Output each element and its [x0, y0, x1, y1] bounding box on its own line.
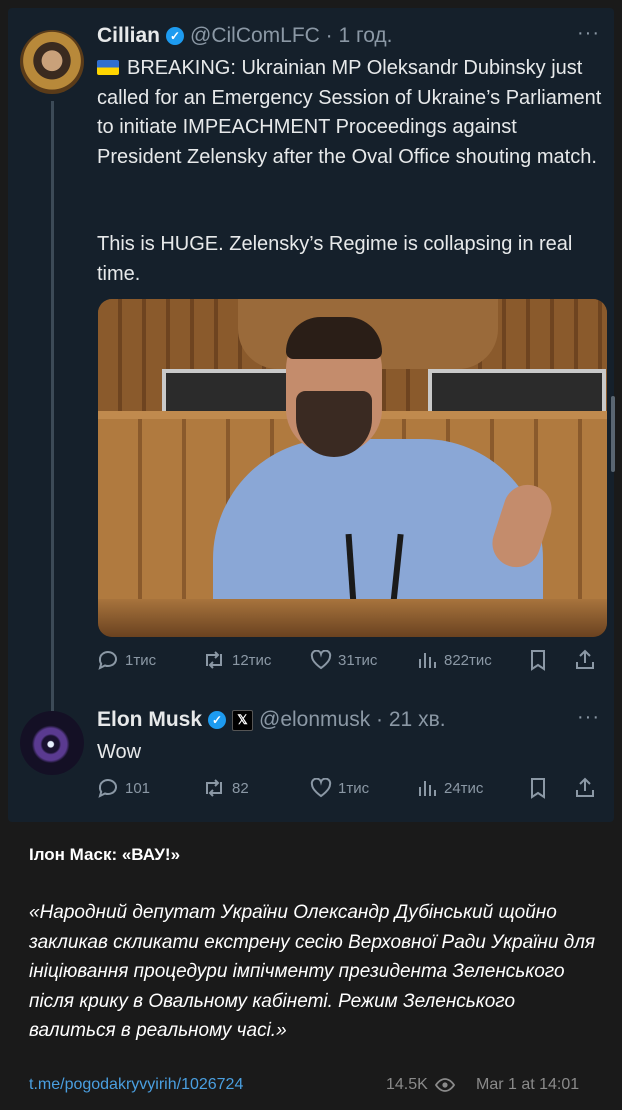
bookmark-icon	[531, 778, 545, 799]
share-button[interactable]	[574, 649, 602, 671]
ukraine-flag-icon	[97, 60, 119, 75]
reply-button[interactable]: 101	[97, 778, 202, 798]
tweet1-text: BREAKING: Ukrainian MP Oleksandr Dubinsk…	[97, 54, 602, 172]
views-icon	[419, 653, 436, 668]
avatar-elon-musk[interactable]	[20, 711, 84, 775]
reply-button[interactable]: 1тис	[97, 650, 202, 670]
views-button[interactable]: 24тис	[416, 778, 528, 798]
post-timestamp: Mar 1 at 14:01	[476, 1076, 580, 1093]
tweet2-author-name[interactable]: Elon Musk	[97, 708, 202, 732]
bookmark-button[interactable]	[528, 777, 574, 799]
views-icon	[419, 781, 436, 796]
reply-count: 1тис	[125, 651, 157, 669]
scrollbar[interactable]	[611, 396, 615, 472]
avatar-cillian[interactable]	[20, 30, 84, 94]
views-count: 822тис	[444, 651, 492, 669]
more-icon[interactable]: ···	[577, 706, 600, 729]
photo-speaker-shirt	[213, 439, 543, 609]
post-views: 14.5K	[386, 1076, 455, 1094]
repost-icon	[206, 779, 222, 797]
tweet2-handle-time[interactable]: @elonmusk · 21 хв.	[259, 708, 446, 732]
like-button[interactable]: 1тис	[310, 778, 416, 798]
share-icon	[576, 649, 594, 669]
repost-icon	[206, 651, 222, 669]
like-button[interactable]: 31тис	[310, 650, 416, 670]
tweet1-header: Cillian ✓ @CilComLFC · 1 год.	[97, 24, 393, 48]
verified-badge-icon: ✓	[208, 711, 227, 729]
eye-icon	[434, 1078, 455, 1092]
tweet1-text-p2: This is HUGE. Zelensky’s Regime is colla…	[97, 233, 573, 285]
repost-count: 82	[232, 779, 249, 797]
reply-icon	[98, 779, 117, 798]
photo-podium	[98, 599, 607, 637]
repost-count: 12тис	[232, 651, 272, 669]
photo-speaker-hair	[286, 317, 382, 359]
repost-button[interactable]: 12тис	[202, 650, 310, 670]
like-count: 1тис	[338, 779, 370, 797]
repost-button[interactable]: 82	[202, 778, 310, 798]
tweet2-text: Wow	[97, 741, 142, 763]
share-button[interactable]	[574, 777, 602, 799]
more-icon[interactable]: ···	[577, 22, 600, 45]
views-count: 24тис	[444, 779, 484, 797]
caption-title: Ілон Маск: «ВАУ!»	[29, 845, 181, 864]
reply-count: 101	[125, 779, 151, 797]
like-icon	[310, 650, 332, 670]
x-affiliation-badge: 𝕏	[232, 709, 254, 731]
tweet1-text-p1: BREAKING: Ukrainian MP Oleksandr Dubinsk…	[97, 57, 602, 168]
bookmark-button[interactable]	[528, 649, 574, 671]
like-count: 31тис	[338, 651, 378, 669]
tweet2-header: Elon Musk ✓ 𝕏 @elonmusk · 21 хв.	[97, 708, 446, 732]
bookmark-icon	[531, 650, 545, 671]
like-icon	[310, 778, 332, 798]
reply-icon	[98, 651, 117, 670]
verified-badge-icon: ✓	[166, 27, 185, 45]
share-icon	[576, 777, 594, 797]
tweet1-author-name[interactable]: Cillian	[97, 24, 160, 48]
thread-line	[51, 101, 54, 711]
views-button[interactable]: 822тис	[416, 650, 528, 670]
views-count: 14.5K	[386, 1076, 428, 1093]
tweet1-actions: 1тис 12тис 31тис 822тис	[97, 649, 609, 671]
tweet1-handle-time[interactable]: @CilComLFC · 1 год.	[190, 24, 393, 48]
post-link[interactable]: t.me/pogodakryvyirih/1026724	[29, 1076, 243, 1094]
embedded-tweet-thread: Cillian ✓ @CilComLFC · 1 год. ··· BREAKI…	[8, 8, 614, 822]
tweet1-photo[interactable]	[98, 299, 607, 637]
tweet2-actions: 101 82 1тис 24тис	[97, 777, 609, 799]
caption-quote: «Народний депутат України Олександр Дубі…	[29, 902, 596, 1041]
